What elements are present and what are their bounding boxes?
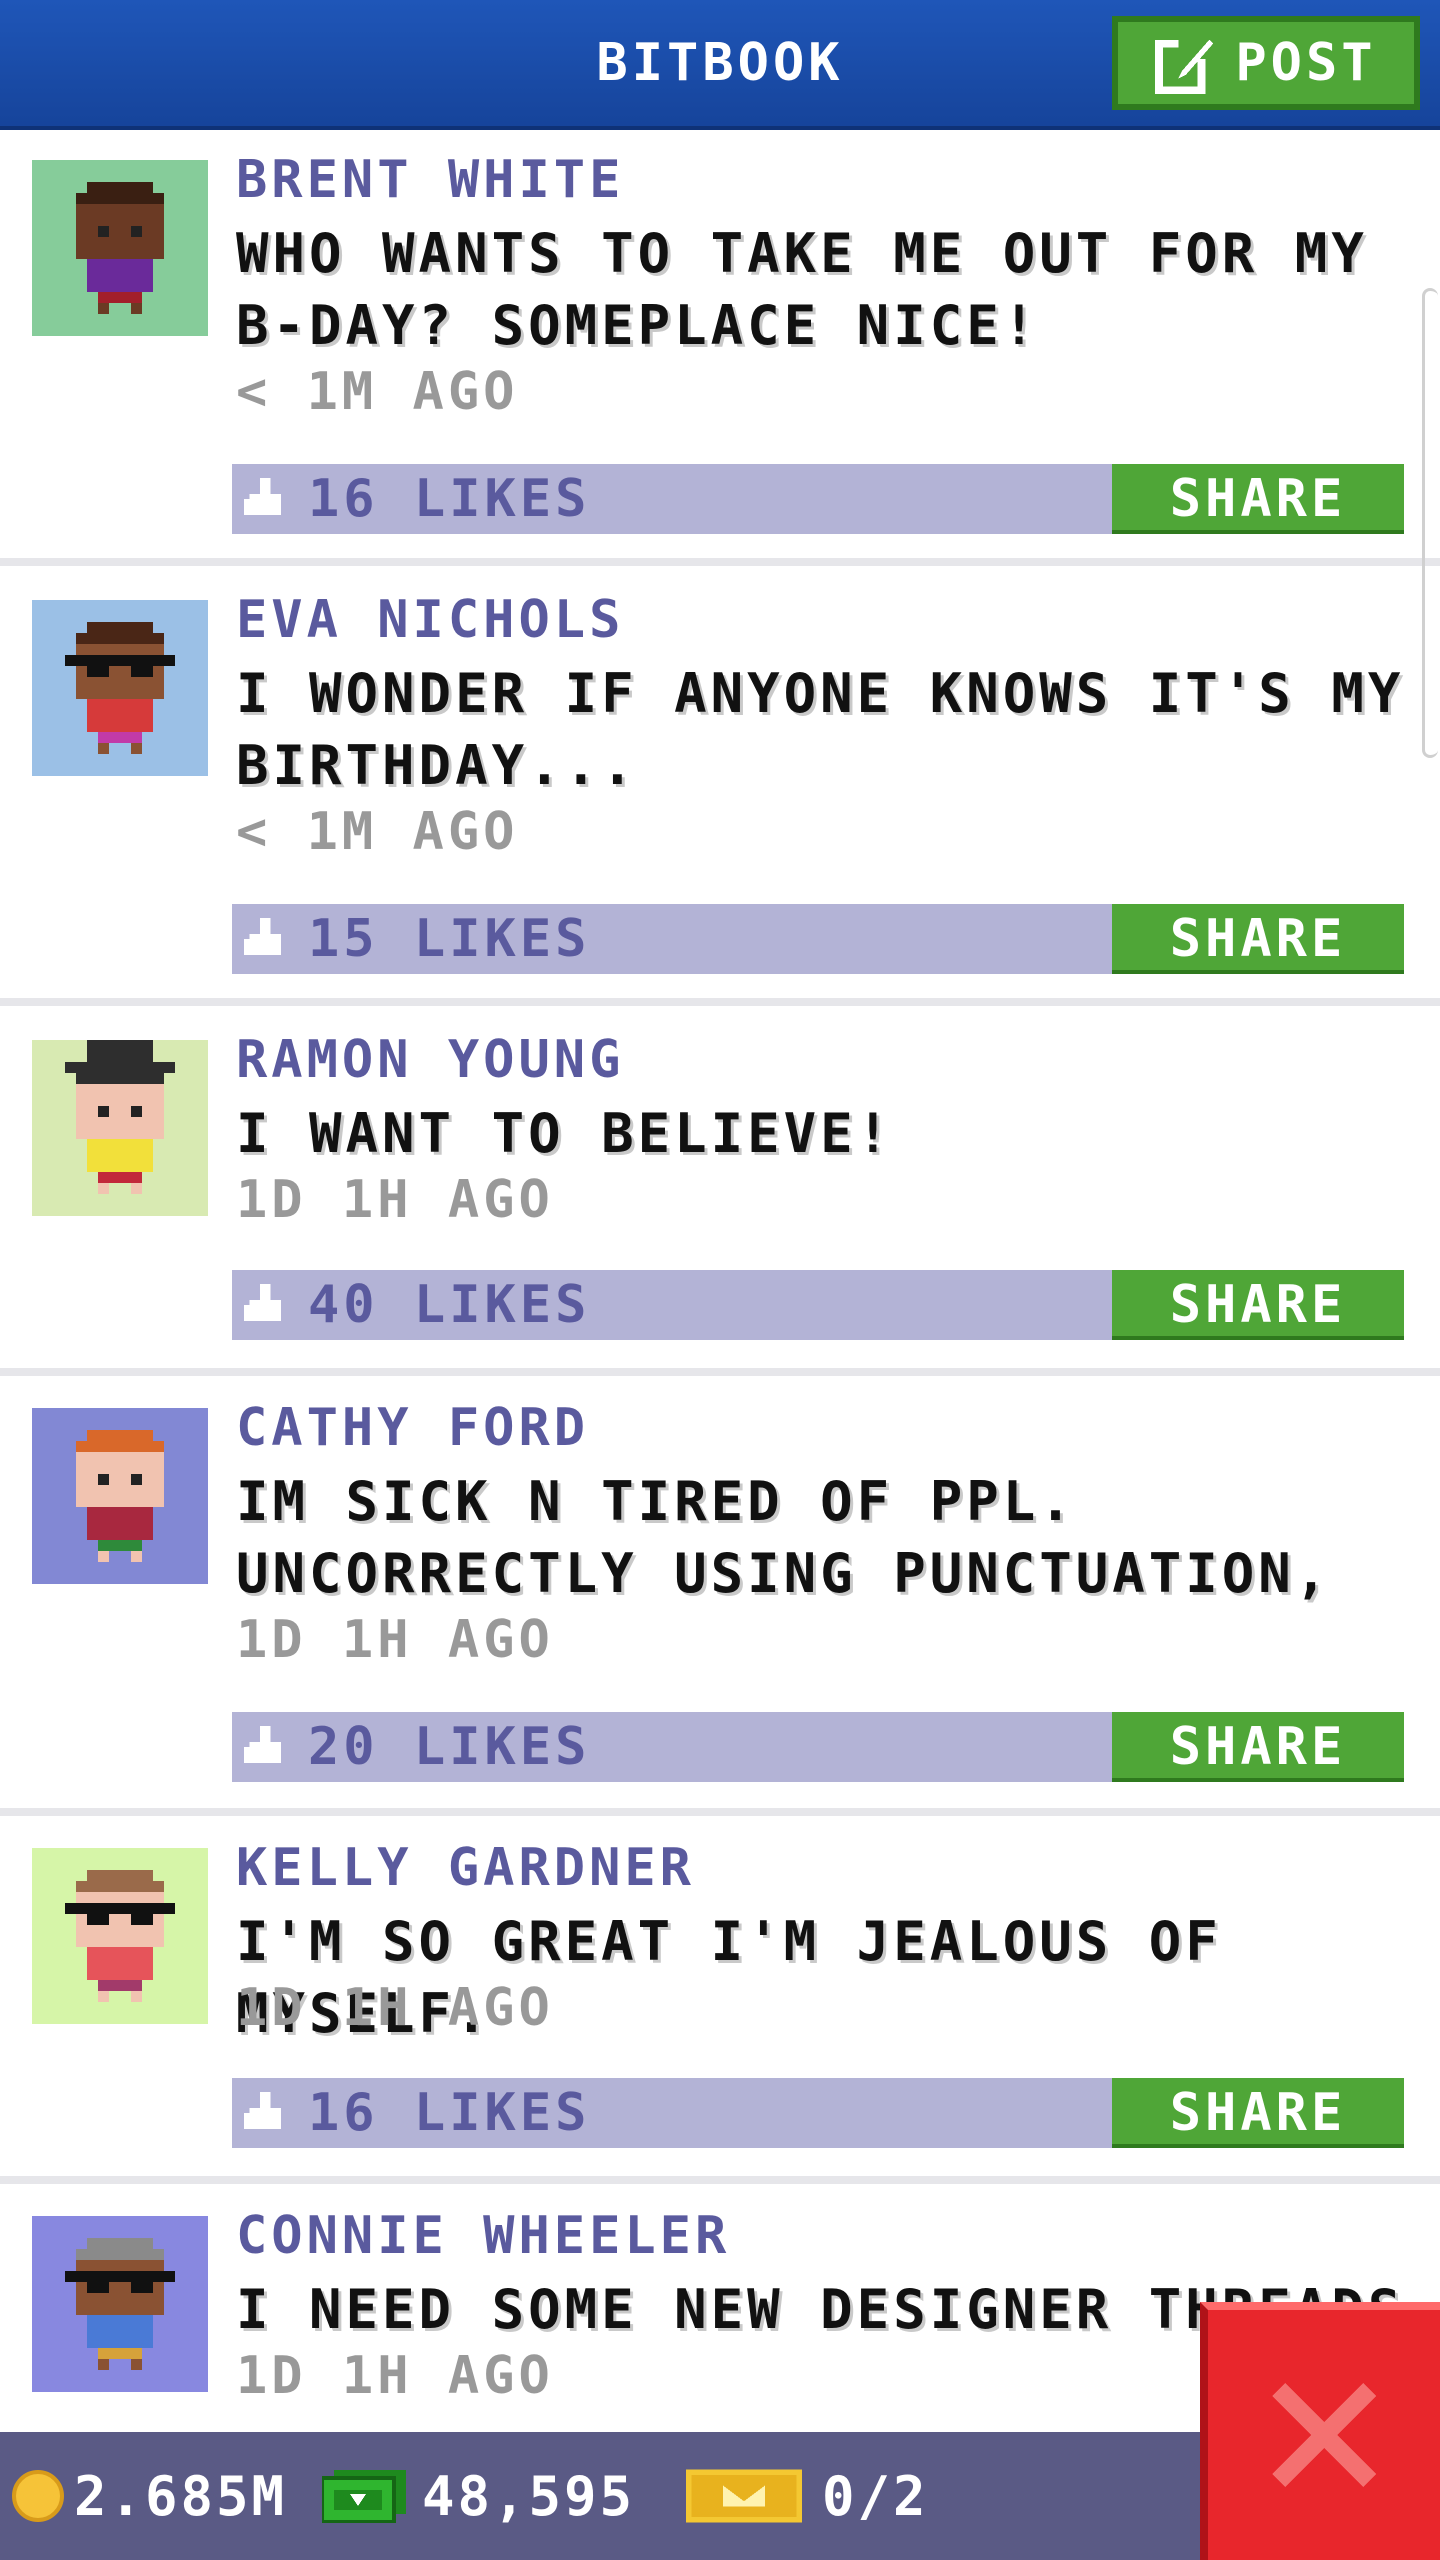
post-button[interactable]: POST <box>1112 16 1420 110</box>
likes-count: 40 LIKES <box>308 1275 591 1335</box>
post-author[interactable]: CATHY FORD <box>236 1398 589 1458</box>
post-time: 1D 1H AGO <box>236 1170 554 1230</box>
avatar[interactable] <box>32 2216 208 2392</box>
avatar-image <box>32 600 208 776</box>
avatar[interactable] <box>32 600 208 776</box>
avatar[interactable] <box>32 160 208 336</box>
compose-icon <box>1155 35 1214 94</box>
likes-bar: 16 LIKES SHARE <box>232 464 1404 534</box>
post-author[interactable]: CONNIE WHEELER <box>236 2206 730 2266</box>
likes-bar: 20 LIKES SHARE <box>232 1712 1404 1782</box>
likes-bar: 40 LIKES SHARE <box>232 1270 1404 1340</box>
post-button-label: POST <box>1235 33 1377 93</box>
bux-stat: 48,595 <box>322 2432 635 2560</box>
thumbs-up-icon[interactable] <box>244 478 286 520</box>
thumbs-up-icon[interactable] <box>244 1726 286 1768</box>
likes-count: 16 LIKES <box>308 469 591 529</box>
coin-icon <box>12 2470 64 2522</box>
avatar[interactable] <box>32 1040 208 1216</box>
post-time: < 1M AGO <box>236 362 519 422</box>
share-button[interactable]: SHARE <box>1112 1270 1404 1340</box>
feed-post: BRENT WHITE WHO WANTS TO TAKE ME OUT FOR… <box>0 130 1440 570</box>
scrollbar[interactable] <box>1422 288 1438 758</box>
tickets-stat: 0/2 <box>686 2432 929 2560</box>
avatar-image <box>32 1408 208 1584</box>
share-button[interactable]: SHARE <box>1112 904 1404 974</box>
likes-bar: 15 LIKES SHARE <box>232 904 1404 974</box>
bux-icon <box>322 2470 406 2523</box>
coins-stat: 2.685M <box>12 2432 287 2560</box>
post-message: IM SICK N TIRED OF PPL. UNCORRECTLY USIN… <box>236 1470 1332 1605</box>
post-author[interactable]: EVA NICHOLS <box>236 590 624 650</box>
post-message: I WONDER IF ANYONE KNOWS IT'S MY BIRTHDA… <box>236 662 1405 797</box>
bux-value: 48,595 <box>422 2464 636 2528</box>
avatar-image <box>32 160 208 336</box>
thumbs-up-icon[interactable] <box>244 1284 286 1326</box>
post-author[interactable]: BRENT WHITE <box>236 150 624 210</box>
share-button[interactable]: SHARE <box>1112 2078 1404 2148</box>
avatar-image <box>32 1040 208 1216</box>
coins-value: 2.685M <box>74 2464 288 2528</box>
close-button[interactable] <box>1200 2302 1440 2560</box>
ticket-icon <box>686 2469 802 2523</box>
avatar[interactable] <box>32 1408 208 1584</box>
tickets-value: 0/2 <box>822 2464 929 2528</box>
header-bar: BITBOOK POST <box>0 0 1440 130</box>
share-button[interactable]: SHARE <box>1112 1712 1404 1782</box>
avatar-image <box>32 1848 208 2024</box>
feed-list[interactable]: BRENT WHITE WHO WANTS TO TAKE ME OUT FOR… <box>0 130 1440 2430</box>
likes-count: 20 LIKES <box>308 1717 591 1777</box>
post-message: I WANT TO BELIEVE! <box>236 1102 894 1165</box>
post-time: < 1M AGO <box>236 802 519 862</box>
post-message: WHO WANTS TO TAKE ME OUT FOR MY B-DAY? S… <box>236 222 1368 357</box>
thumbs-up-icon[interactable] <box>244 918 286 960</box>
share-button[interactable]: SHARE <box>1112 464 1404 534</box>
post-time: 1D 1H AGO <box>236 2346 554 2406</box>
feed-post: CATHY FORD IM SICK N TIRED OF PPL. UNCOR… <box>0 1378 1440 1818</box>
feed-post: EVA NICHOLS I WONDER IF ANYONE KNOWS IT'… <box>0 570 1440 1010</box>
post-time: 1D 1H AGO <box>236 1610 554 1670</box>
likes-count: 16 LIKES <box>308 2083 591 2143</box>
avatar-image <box>32 2216 208 2392</box>
post-author[interactable]: KELLY GARDNER <box>236 1838 695 1898</box>
likes-bar: 16 LIKES SHARE <box>232 2078 1404 2148</box>
likes-count: 15 LIKES <box>308 909 591 969</box>
post-author[interactable]: RAMON YOUNG <box>236 1030 624 1090</box>
thumbs-up-icon[interactable] <box>244 2092 286 2134</box>
close-icon <box>1272 2383 1376 2487</box>
post-divider <box>0 1368 1440 1376</box>
post-divider <box>0 558 1440 566</box>
post-divider <box>0 2176 1440 2184</box>
post-time: 1D 1H AGO <box>236 1978 554 2038</box>
post-divider <box>0 1808 1440 1816</box>
post-divider <box>0 998 1440 1006</box>
avatar[interactable] <box>32 1848 208 2024</box>
